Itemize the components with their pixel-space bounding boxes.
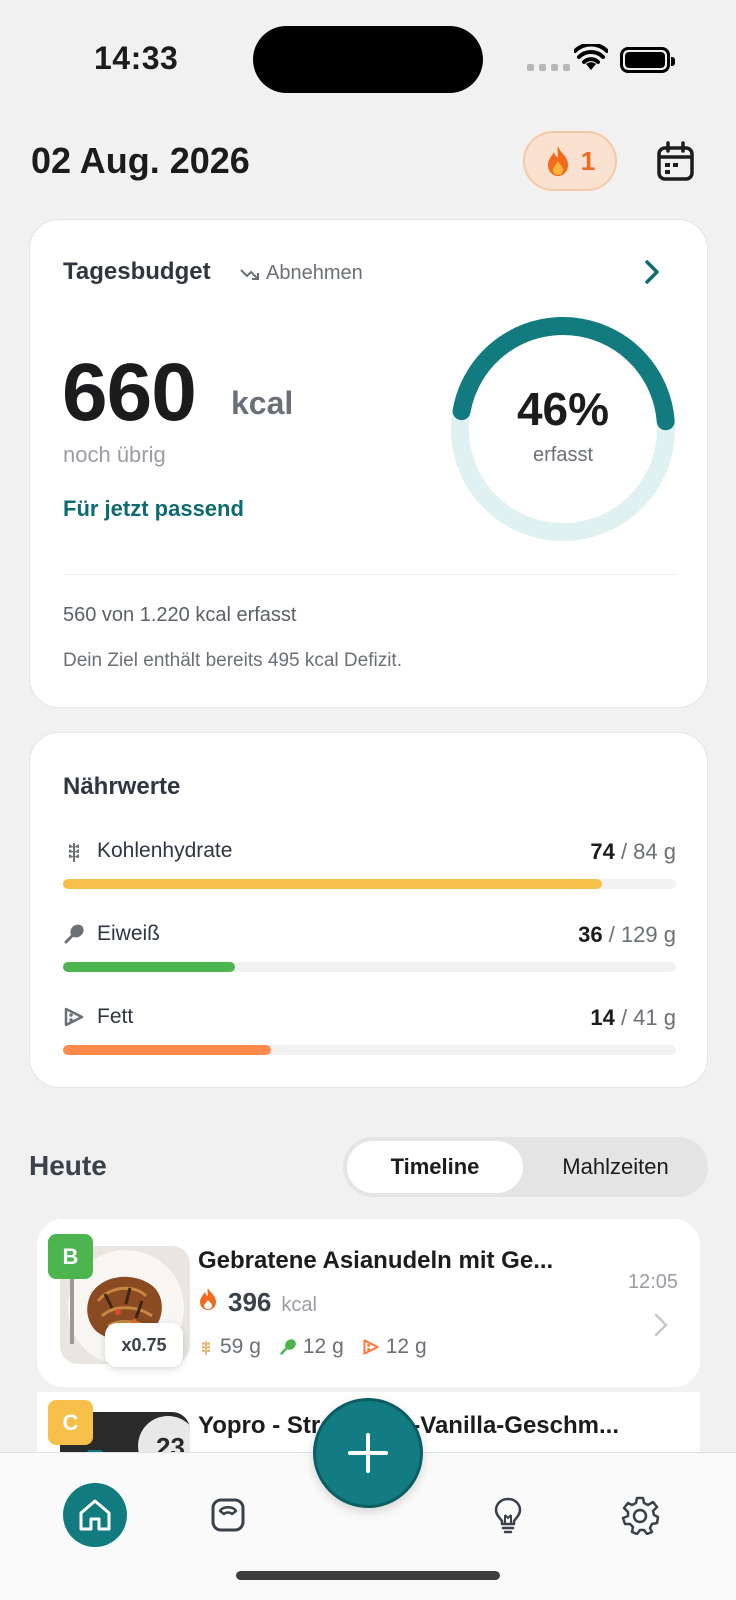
drumstick-icon: [64, 924, 84, 944]
meal-time: 12:05: [627, 1271, 678, 1293]
tab-scale[interactable]: [196, 1483, 260, 1547]
status-time: 14:33: [94, 40, 179, 76]
meal-macros: 59 g 12 g 12 g: [198, 1335, 427, 1359]
progress-ring: 46% erfasst: [448, 314, 678, 544]
streak-count: 1: [580, 145, 596, 176]
fit-now-link[interactable]: Für jetzt passend: [63, 496, 244, 522]
macro-target: / 129 g: [602, 922, 676, 947]
remaining-kcal-value: 660: [62, 347, 197, 438]
macro-target: / 41 g: [614, 1005, 676, 1030]
home-icon: [79, 1499, 111, 1531]
pizza-slice-icon: [363, 1339, 379, 1355]
meal-type-badge: B: [48, 1234, 93, 1279]
progress-track: [63, 962, 676, 972]
wifi-icon: [574, 44, 608, 70]
meal-type-badge: C: [48, 1400, 93, 1445]
tab-tips[interactable]: [476, 1483, 540, 1547]
macro-current: 74: [590, 839, 615, 864]
meal-entry[interactable]: B x0.75 Gebratene Asianudeln mit Ge... 3…: [37, 1219, 700, 1387]
battery-icon: [620, 47, 675, 73]
cellular-signal-icon: [527, 64, 570, 71]
remaining-kcal-unit: kcal: [231, 385, 294, 421]
meal-fat: 12 g: [385, 1335, 427, 1358]
progress-track: [63, 879, 676, 889]
ring-percent: 46%: [516, 383, 610, 435]
meal-kcal: 396 kcal: [198, 1287, 317, 1318]
macro-target: / 84 g: [614, 839, 676, 864]
progress-track: [63, 1045, 676, 1055]
add-entry-button[interactable]: [313, 1398, 423, 1508]
meal-name: Gebratene Asianudeln mit Ge...: [198, 1247, 554, 1274]
meal-kcal-unit: kcal: [281, 1294, 317, 1316]
wheat-icon: [202, 1341, 210, 1355]
macro-current: 36: [578, 922, 603, 947]
nutrients-card: Nährwerte Kohlenhydrate 74 / 84 g Eiweiß…: [29, 732, 708, 1088]
progress-fill: [63, 1045, 272, 1055]
scale-icon: [211, 1498, 245, 1532]
home-indicator: [236, 1571, 500, 1580]
budget-mode-label: Abnehmen: [266, 262, 363, 284]
streak-badge[interactable]: 1: [523, 131, 617, 191]
wheat-icon: [69, 843, 79, 862]
trend-down-icon: [240, 268, 259, 280]
ring-label: erfasst: [532, 444, 594, 466]
budget-title: Tagesbudget: [63, 258, 211, 285]
view-segmented-control: Timeline Mahlzeiten: [343, 1137, 708, 1197]
macro-current: 14: [590, 1005, 615, 1030]
budget-mode: Abnehmen: [240, 262, 363, 285]
dynamic-island: [253, 26, 483, 93]
section-title-today: Heute: [29, 1150, 107, 1181]
daily-budget-card[interactable]: Tagesbudget Abnehmen 660 kcal noch übrig…: [29, 219, 708, 708]
flame-icon: [200, 1288, 216, 1310]
macro-label: Kohlenhydrate: [97, 839, 233, 862]
page-title-date[interactable]: 02 Aug. 2026: [31, 140, 250, 182]
macro-label: Fett: [97, 1005, 134, 1028]
tab-home[interactable]: [63, 1483, 127, 1547]
divider: [63, 574, 676, 575]
status-bar: 14:33: [0, 0, 736, 120]
macro-label: Eiweiß: [97, 922, 161, 945]
meal-carbs: 59 g: [220, 1335, 261, 1358]
pizza-slice-icon: [64, 1007, 84, 1027]
progress-fill: [63, 879, 603, 889]
drumstick-icon: [280, 1339, 296, 1355]
plus-icon: [348, 1433, 388, 1473]
flame-icon: [547, 146, 568, 176]
lightbulb-icon: [494, 1497, 522, 1534]
segment-meals[interactable]: Mahlzeiten: [527, 1141, 704, 1193]
deficit-note: Dein Ziel enthält bereits 495 kcal Defiz…: [63, 650, 402, 671]
tab-settings[interactable]: [608, 1483, 672, 1547]
portion-multiplier[interactable]: x0.75: [105, 1323, 183, 1367]
gear-icon: [621, 1496, 660, 1535]
progress-fill: [63, 962, 235, 972]
meal-protein: 12 g: [302, 1335, 344, 1358]
calendar-icon[interactable]: [654, 140, 698, 184]
remaining-label: noch übrig: [63, 442, 166, 467]
chevron-right-icon[interactable]: [642, 258, 662, 286]
chevron-right-icon: [654, 1313, 668, 1337]
nutrients-title: Nährwerte: [63, 773, 181, 800]
segment-timeline[interactable]: Timeline: [347, 1141, 523, 1193]
meal-kcal-value: 396: [228, 1287, 272, 1317]
logged-summary: 560 von 1.220 kcal erfasst: [63, 604, 297, 626]
